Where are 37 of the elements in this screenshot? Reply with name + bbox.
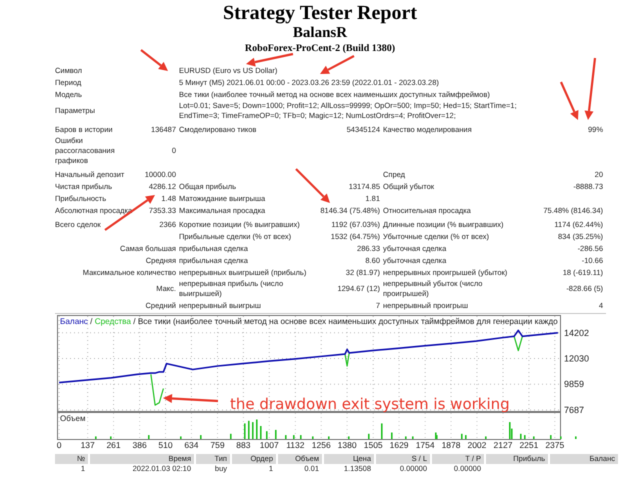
- x-tick-label: 1629: [390, 440, 409, 450]
- arrow-drawing: [246, 52, 294, 67]
- x-tick-label: 2002: [467, 440, 486, 450]
- x-tick-label: 1007: [260, 440, 279, 450]
- volume-label: Объем: [60, 414, 86, 423]
- y-tick-label: 9859: [564, 379, 584, 390]
- y-tick-label: 12030: [564, 354, 590, 364]
- x-tick-label: 1754: [416, 440, 435, 450]
- server-name: RoboForex-ProCent-2 (Build 1380): [244, 42, 396, 55]
- arrow-drawing: [295, 168, 330, 203]
- annotation-text: the drawdown exit system is working: [230, 395, 510, 413]
- arrow-drawing: [584, 58, 596, 120]
- x-tick-label: 510: [158, 440, 173, 450]
- x-tick-label: 883: [236, 440, 250, 450]
- x-tick-label: 2127: [494, 440, 512, 450]
- x-tick-label: 261: [106, 440, 121, 450]
- arrow-drawing: [163, 394, 218, 403]
- x-tick-label: 137: [80, 440, 95, 450]
- chart-title: Баланс / Средства / Все тики (наиболее точный метод на основе всех наименьших доступных таймфреймов для генерации каждо: [60, 317, 558, 326]
- x-tick-label: 0: [57, 440, 62, 450]
- arrow-drawing: [560, 82, 578, 120]
- report-title: Strategy Tester Report: [222, 2, 418, 24]
- x-tick-label: 386: [132, 440, 147, 450]
- x-tick-label: 1256: [312, 440, 331, 450]
- arrow-drawing: [140, 49, 168, 71]
- expert-name: BalansR: [292, 24, 348, 42]
- y-tick-label: 14202: [564, 328, 590, 338]
- x-tick-label: 1380: [338, 440, 357, 450]
- x-tick-label: 2251: [519, 440, 538, 450]
- x-tick-label: 634: [184, 440, 198, 450]
- x-tick-label: 1878: [442, 440, 460, 450]
- x-tick-label: 1505: [364, 440, 383, 450]
- x-tick-label: 2375: [545, 440, 564, 450]
- x-tick-label: 759: [210, 440, 225, 450]
- x-tick-label: 1132: [286, 440, 304, 450]
- arrow-drawing: [320, 55, 355, 74]
- y-tick-label: 7687: [564, 404, 584, 415]
